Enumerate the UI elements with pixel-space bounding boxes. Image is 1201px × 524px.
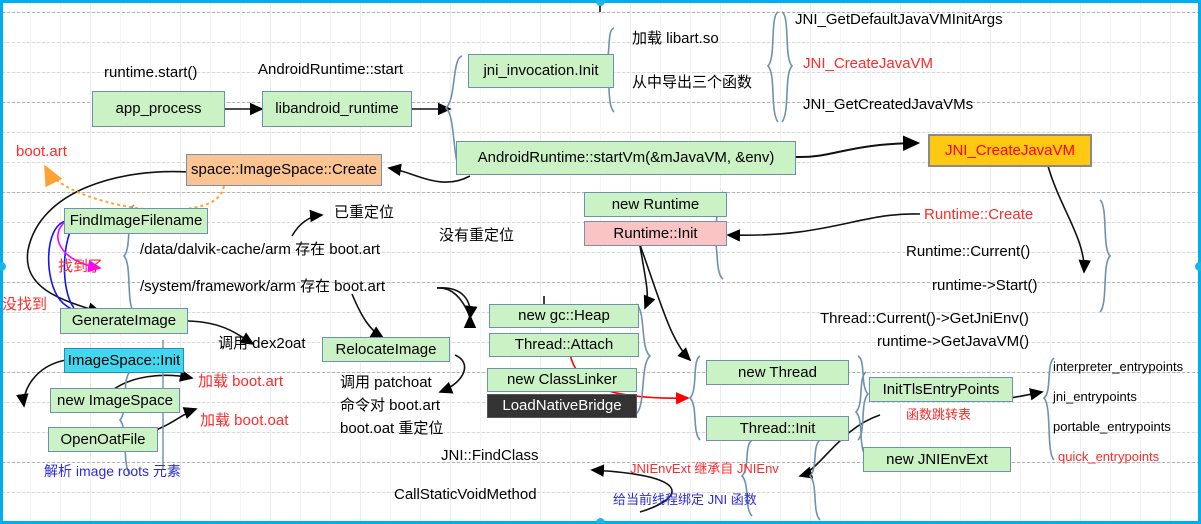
node-findimagefilename[interactable]: FindImageFilename bbox=[64, 208, 208, 234]
label-bind-jni-funcs: 给当前线程绑定 JNI 函数 bbox=[613, 492, 757, 507]
label-jni-getdefaultjavavminitargs: JNI_GetDefaultJavaVMInitArgs bbox=[795, 11, 1003, 28]
node-thread-init[interactable]: Thread::Init bbox=[706, 416, 849, 441]
label-func-jump-table: 函数跳转表 bbox=[906, 407, 972, 422]
label-callstaticvoidmethod: CallStaticVoidMethod bbox=[394, 486, 537, 503]
node-imagespace-init[interactable]: ImageSpace::Init bbox=[64, 348, 184, 373]
node-jni-createjavavm[interactable]: JNI_CreateJavaVM bbox=[928, 134, 1092, 167]
label-thread-current-getjnienv: Thread::Current()->GetJniEnv() bbox=[820, 310, 1029, 327]
label-runtime-create: Runtime::Create bbox=[924, 206, 1034, 223]
node-label: libandroid_runtime bbox=[275, 100, 399, 118]
node-label: OpenOatFile bbox=[60, 430, 146, 448]
label-portable-entrypoints: portable_entrypoints bbox=[1053, 419, 1171, 434]
node-generateimage[interactable]: GenerateImage bbox=[60, 308, 188, 334]
node-thread-attach[interactable]: Thread::Attach bbox=[489, 333, 639, 357]
node-androidruntime-startvm[interactable]: AndroidRuntime::startVm(&mJavaVM, &env) bbox=[456, 141, 796, 175]
label-jni-findclass: JNI::FindClass bbox=[441, 447, 539, 464]
label-jni-getcreatedjavavms: JNI_GetCreatedJavaVMs bbox=[803, 96, 974, 113]
label-load-boot-art: 加载 boot.art bbox=[198, 373, 284, 390]
label-jni-entrypoints: jni_entrypoints bbox=[1053, 389, 1137, 404]
label-already-relocated: 已重定位 bbox=[334, 204, 395, 221]
selection-handle-right[interactable] bbox=[1195, 262, 1201, 271]
node-new-classlinker[interactable]: new ClassLinker bbox=[487, 368, 637, 392]
label-patchoat-line1: 调用 patchoat bbox=[340, 374, 432, 391]
label-patchoat-line3: boot.oat 重定位 bbox=[340, 420, 444, 437]
diagram-canvas: app_process libandroid_runtime jni_invoc… bbox=[0, 0, 1201, 524]
node-label: FindImageFilename bbox=[69, 212, 203, 230]
node-label: AndroidRuntime::startVm(&mJavaVM, &env) bbox=[477, 149, 775, 167]
node-imagespace-create[interactable]: space::ImageSpace::Create bbox=[186, 154, 382, 186]
node-runtime-init[interactable]: Runtime::Init bbox=[584, 221, 727, 246]
node-new-runtime[interactable]: new Runtime bbox=[584, 192, 727, 217]
node-label: space::ImageSpace::Create bbox=[191, 161, 377, 179]
node-label: GenerateImage bbox=[71, 312, 177, 330]
node-label: Runtime::Init bbox=[613, 224, 698, 242]
node-label: jni_invocation.Init bbox=[483, 62, 599, 80]
label-parse-image-roots: 解析 image roots 元素 bbox=[44, 463, 181, 479]
node-jni-invocation-init[interactable]: jni_invocation.Init bbox=[468, 54, 614, 88]
node-new-jnienvext[interactable]: new JNIEnvExt bbox=[863, 447, 1011, 472]
label-load-boot-oat: 加载 boot.oat bbox=[200, 412, 289, 429]
node-label: new gc::Heap bbox=[518, 307, 610, 325]
node-label: new Thread bbox=[738, 363, 817, 381]
node-label: new ImageSpace bbox=[57, 391, 173, 409]
node-label: LoadNativeBridge bbox=[502, 397, 622, 415]
label-boot-art: boot.art bbox=[16, 143, 67, 160]
node-relocateimage[interactable]: RelocateImage bbox=[322, 337, 450, 362]
node-label: new ClassLinker bbox=[506, 371, 618, 389]
node-new-thread[interactable]: new Thread bbox=[706, 360, 849, 385]
label-interpreter-entrypoints: interpreter_entrypoints bbox=[1053, 359, 1184, 374]
node-label: Thread::Init bbox=[739, 419, 816, 437]
label-call-dex2oat: 调用 dex2oat bbox=[218, 335, 306, 352]
node-libandroid-runtime[interactable]: libandroid_runtime bbox=[262, 91, 412, 127]
label-dalvik-cache-path: /data/dalvik-cache/arm 存在 boot.art bbox=[140, 241, 381, 258]
node-label: RelocateImage bbox=[335, 340, 437, 358]
label-not-relocated: 没有重定位 bbox=[439, 227, 515, 244]
node-new-gc-heap[interactable]: new gc::Heap bbox=[489, 304, 639, 328]
node-label: new Runtime bbox=[611, 195, 700, 213]
node-label: new JNIEnvExt bbox=[886, 450, 988, 468]
label-system-framework-path: /system/framework/arm 存在 boot.art bbox=[140, 278, 386, 295]
label-load-libart: 加载 libart.so bbox=[632, 30, 719, 47]
label-runtime-getjavavm: runtime->GetJavaVM() bbox=[877, 333, 1030, 350]
label-jnienvext-inherits: JNIEnvExt 继承自 JNIEnv bbox=[630, 461, 779, 476]
node-label: app_process bbox=[115, 100, 202, 118]
node-inittlsentrypoints[interactable]: InitTlsEntryPoints bbox=[869, 377, 1013, 402]
node-loadnativebridge[interactable]: LoadNativeBridge bbox=[487, 394, 637, 418]
label-runtime-start: runtime.start() bbox=[104, 64, 198, 81]
node-label: InitTlsEntryPoints bbox=[882, 380, 1000, 398]
label-quick-entrypoints: quick_entrypoints bbox=[1058, 449, 1160, 464]
node-app-process[interactable]: app_process bbox=[92, 91, 225, 127]
label-not-found: 没找到 bbox=[2, 296, 48, 313]
node-label: ImageSpace::Init bbox=[67, 351, 181, 369]
label-export-three-funcs: 从中导出三个函数 bbox=[632, 74, 753, 91]
node-label: Thread::Attach bbox=[514, 336, 614, 354]
label-androidruntime-start: AndroidRuntime::start bbox=[258, 61, 404, 78]
label-runtime-current: Runtime::Current() bbox=[906, 243, 1031, 260]
node-openoatfile[interactable]: OpenOatFile bbox=[48, 427, 158, 452]
label-runtime-start-arrow: runtime->Start() bbox=[932, 277, 1038, 294]
node-label: JNI_CreateJavaVM bbox=[944, 141, 1076, 159]
label-patchoat-line2: 命令对 boot.art bbox=[340, 397, 441, 414]
selection-handle-bottom[interactable] bbox=[596, 518, 605, 524]
label-found-it: 找到了 bbox=[58, 258, 104, 275]
label-jni-createjavavm-text: JNI_CreateJavaVM bbox=[803, 55, 934, 72]
node-new-imagespace[interactable]: new ImageSpace bbox=[50, 388, 180, 413]
